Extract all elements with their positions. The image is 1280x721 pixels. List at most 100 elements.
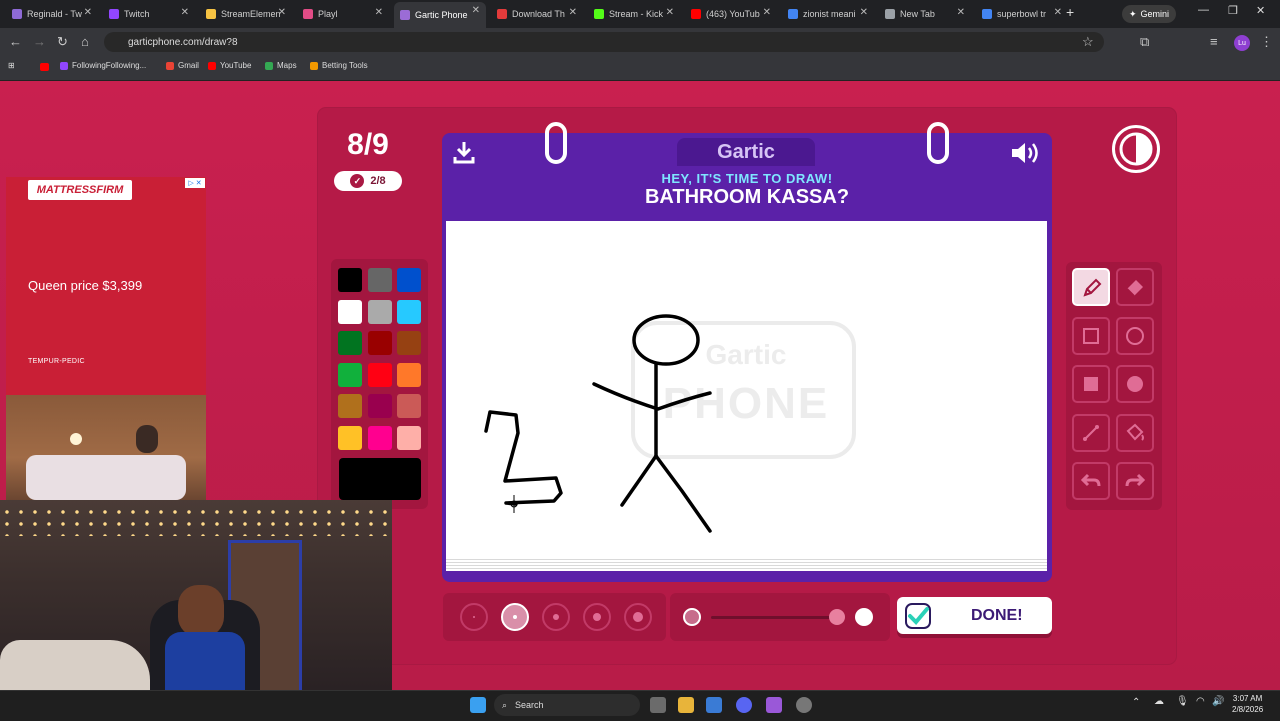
bookmark-star-icon[interactable]: ☆	[1082, 34, 1094, 50]
line-tool-button[interactable]	[1072, 413, 1110, 452]
file-explorer-icon[interactable]	[678, 697, 694, 713]
browser-icon[interactable]	[766, 697, 782, 713]
color-swatch[interactable]	[338, 425, 362, 450]
brush-size-button[interactable]	[624, 603, 652, 631]
start-icon[interactable]	[470, 697, 486, 713]
color-swatch[interactable]	[338, 394, 362, 418]
browser-tab[interactable]: Reginald - Tw ✕	[6, 4, 98, 24]
webcam-overlay	[0, 500, 392, 690]
opacity-slider-thumb[interactable]	[829, 609, 845, 625]
drawing-canvas[interactable]: Gartic PHONE	[446, 221, 1047, 557]
tab-close-icon[interactable]: ✕	[181, 7, 189, 18]
color-swatch[interactable]	[397, 394, 421, 418]
color-swatch[interactable]	[338, 362, 362, 387]
pencil-tool-button[interactable]	[1072, 268, 1110, 306]
browser-tab[interactable]: Stream - Kick ✕	[588, 4, 680, 24]
browser-tab[interactable]: Playl ✕	[297, 4, 389, 24]
tab-close-icon[interactable]: ✕	[1054, 7, 1062, 18]
mic-icon[interactable]: 🎙	[1176, 696, 1189, 707]
extensions-icon[interactable]: ⧉	[1140, 34, 1149, 50]
browser-tab[interactable]: Gartic Phone ✕	[394, 2, 486, 28]
browser-tab[interactable]: StreamElemen ✕	[200, 4, 292, 24]
browser-tab[interactable]: Twitch ✕	[103, 4, 195, 24]
taskbar-search[interactable]: ⌕ Search	[494, 694, 640, 716]
volume-icon[interactable]: 🔊	[1212, 696, 1224, 707]
redo-tool-button[interactable]	[1116, 462, 1154, 500]
browser-tab[interactable]: Download Th ✕	[491, 4, 583, 24]
forward-icon[interactable]: →	[33, 34, 46, 49]
color-swatch[interactable]	[367, 362, 392, 387]
color-swatch[interactable]	[397, 425, 421, 450]
brush-size-button[interactable]	[542, 603, 570, 631]
tab-close-icon[interactable]: ✕	[569, 7, 577, 18]
fill-bucket-tool-button[interactable]	[1116, 413, 1154, 452]
color-swatch[interactable]	[367, 425, 392, 450]
circle-outline-tool-button[interactable]	[1116, 316, 1154, 355]
brush-size-button[interactable]	[501, 603, 529, 631]
reload-icon[interactable]: ↻	[57, 34, 68, 50]
color-swatch[interactable]	[367, 299, 392, 324]
bookmark-item[interactable]: FollowingFollowing...	[60, 61, 146, 70]
back-icon[interactable]: ←	[9, 34, 22, 49]
new-tab-button[interactable]: +	[1066, 4, 1074, 20]
color-swatch[interactable]	[397, 299, 421, 324]
download-icon[interactable]	[452, 140, 476, 164]
youtube-bookmark-icon[interactable]	[40, 63, 49, 71]
obs-icon[interactable]	[796, 697, 812, 713]
bookmark-item[interactable]: Gmail	[166, 61, 199, 70]
restore-icon[interactable]: ❐	[1228, 4, 1238, 17]
bookmark-item[interactable]: Betting Tools	[310, 61, 368, 70]
bookmark-item[interactable]: YouTube	[208, 61, 251, 70]
close-window-icon[interactable]: ✕	[1256, 4, 1265, 17]
browser-tab[interactable]: zionist meani ✕	[782, 4, 874, 24]
clock[interactable]: 3:07 AM 2/8/2026	[1232, 693, 1263, 715]
address-bar[interactable]: garticphone.com/draw?8	[104, 32, 1104, 52]
square-outline-tool-button[interactable]	[1072, 316, 1110, 355]
adchoices-icon[interactable]: ▷ ✕	[185, 178, 205, 188]
opacity-slider-track[interactable]	[711, 616, 836, 619]
browser-tab[interactable]: (463) YouTub ✕	[685, 4, 777, 24]
home-icon[interactable]: ⌂	[81, 34, 89, 49]
store-icon[interactable]	[706, 697, 722, 713]
reading-list-icon[interactable]: ≡	[1210, 34, 1218, 49]
discord-icon[interactable]	[736, 697, 752, 713]
tab-close-icon[interactable]: ✕	[666, 7, 674, 18]
undo-tool-button[interactable]	[1072, 462, 1110, 500]
color-swatch[interactable]	[367, 268, 392, 292]
tab-close-icon[interactable]: ✕	[84, 7, 92, 18]
apps-icon[interactable]: ⊞	[8, 61, 15, 70]
color-swatch[interactable]	[397, 268, 421, 292]
cloud-icon[interactable]: ☁	[1154, 696, 1164, 707]
theme-toggle-button[interactable]	[1112, 125, 1160, 173]
tab-close-icon[interactable]: ✕	[278, 7, 286, 18]
minimize-icon[interactable]: —	[1198, 4, 1209, 16]
gemini-button[interactable]: ✦ Gemini	[1122, 5, 1176, 23]
tab-close-icon[interactable]: ✕	[375, 7, 383, 18]
browser-tab[interactable]: New Tab ✕	[879, 4, 971, 24]
sound-icon[interactable]	[1010, 140, 1042, 166]
task-view-icon[interactable]	[650, 697, 666, 713]
color-swatch[interactable]	[338, 331, 362, 355]
color-swatch[interactable]	[367, 331, 392, 355]
tab-close-icon[interactable]: ✕	[472, 5, 480, 16]
tab-close-icon[interactable]: ✕	[763, 7, 771, 18]
profile-avatar[interactable]: Lu	[1234, 35, 1250, 51]
color-swatch[interactable]	[338, 299, 362, 324]
color-swatch[interactable]	[397, 362, 421, 387]
tab-close-icon[interactable]: ✕	[860, 7, 868, 18]
color-swatch[interactable]	[338, 268, 362, 292]
circle-fill-tool-button[interactable]	[1116, 365, 1154, 403]
color-swatch[interactable]	[367, 394, 392, 418]
menu-icon[interactable]: ⋮	[1260, 34, 1273, 50]
done-button[interactable]: DONE!	[897, 597, 1052, 634]
wifi-icon[interactable]: ◠	[1196, 696, 1205, 707]
browser-tab[interactable]: superbowl tr ✕	[976, 4, 1068, 24]
square-fill-tool-button[interactable]	[1072, 365, 1110, 403]
tab-close-icon[interactable]: ✕	[957, 7, 965, 18]
eraser-tool-button[interactable]	[1116, 268, 1154, 306]
brush-size-button[interactable]	[460, 603, 488, 631]
color-swatch[interactable]	[397, 331, 421, 355]
brush-size-button[interactable]	[583, 603, 611, 631]
bookmark-item[interactable]: Maps	[265, 61, 297, 70]
tray-chevron-icon[interactable]: ⌃	[1132, 697, 1140, 708]
